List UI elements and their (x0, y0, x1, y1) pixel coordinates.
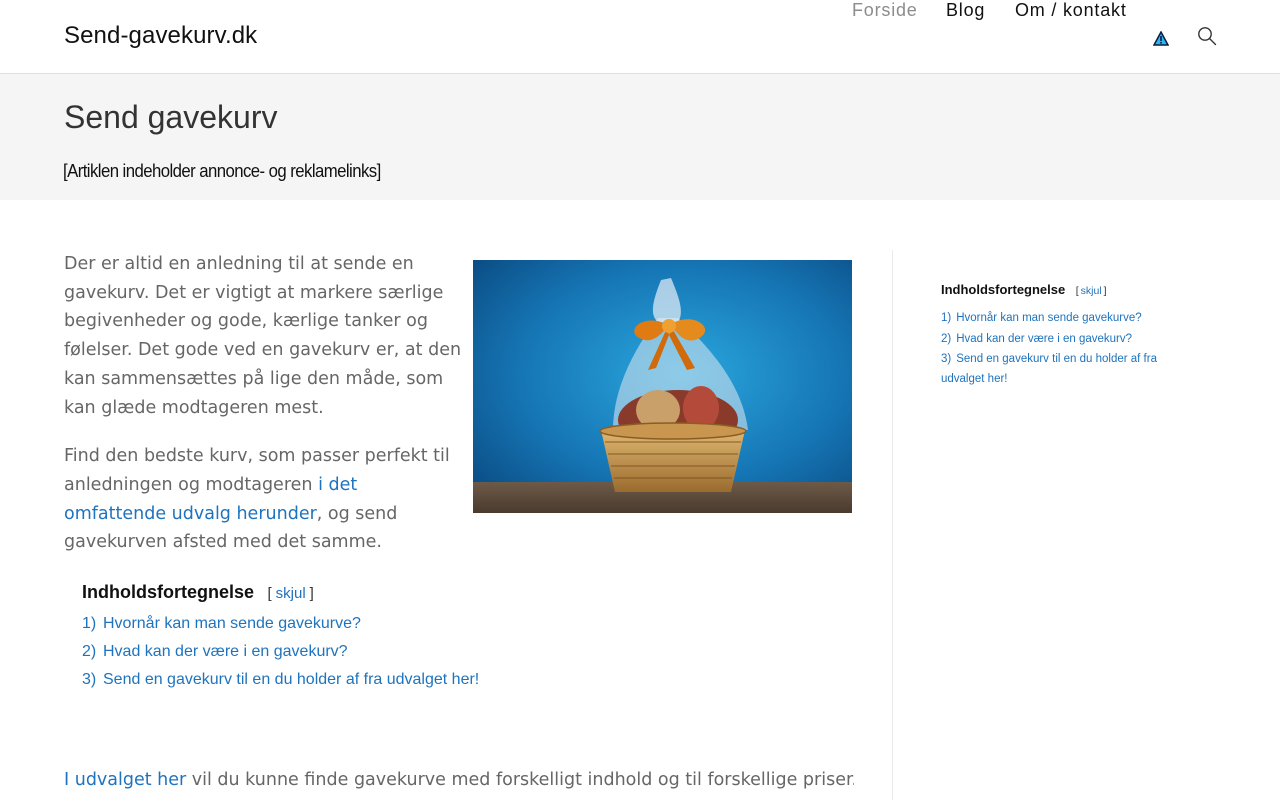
sidebar-toc-item-link[interactable]: Hvornår kan man sende gavekurve? (956, 312, 1141, 324)
toc-bracket-open: [ (1075, 285, 1079, 297)
intro-text: Der er altid en anledning til at sende e… (64, 250, 462, 577)
intro-text-span: Find den bedste kurv, som passer perfekt… (64, 446, 450, 495)
nav-forside[interactable]: Forside (852, 0, 918, 21)
toc-item-number: 2) (82, 643, 97, 660)
warning-flag-icon[interactable] (1153, 31, 1169, 46)
intro-paragraph-1: Der er altid en anledning til at sende e… (64, 254, 462, 418)
table-of-contents: Indholdsfortegnelse [skjul] 1) Hvornår ka… (82, 582, 782, 699)
search-icon[interactable] (1197, 26, 1217, 46)
sidebar-divider (892, 250, 893, 800)
toc-bracket-close: ] (309, 585, 314, 602)
sidebar-toc-toggle: [skjul] (1076, 285, 1107, 297)
toc-item-number: 1) (82, 615, 97, 632)
toc-bracket-open: [ (267, 585, 272, 602)
sidebar-toc-heading: Indholdsfortegnelse (941, 282, 1066, 297)
toc-item-link[interactable]: Hvornår kan man sende gavekurve? (103, 615, 361, 632)
sidebar-toc-item-link[interactable]: Hvad kan der være i en gavekurv? (956, 333, 1132, 345)
sidebar-toc-list: 1) Hvornår kan man sende gavekurve? 2) Hva… (941, 309, 1181, 389)
sidebar-toc-hide-link[interactable]: skjul (1081, 285, 1102, 297)
nav-om-kontakt[interactable]: Om / kontakt (1015, 0, 1127, 21)
site-header: Send-gavekurv.dk Forside Blog Om / konta… (0, 0, 1280, 74)
toc-item[interactable]: 1) Hvornår kan man sende gavekurve? (82, 615, 782, 643)
toc-bracket-close: ] (1103, 285, 1107, 297)
toc-item[interactable]: 3) Send en gavekurv til en du holder af f… (82, 671, 782, 699)
body-text: vil du kunne finde gavekurve med forskel… (191, 770, 854, 790)
sidebar-toc-item[interactable]: 3) Send en gavekurv til en du holder af f… (941, 350, 1181, 389)
ad-disclaimer: [Artiklen indeholder annonce- og reklame… (63, 161, 381, 181)
intro-paragraph-2: Find den bedste kurv, som passer perfekt… (64, 442, 462, 557)
sidebar-table-of-contents: Indholdsfortegnelse [skjul] 1) Hvornår ka… (941, 281, 1181, 390)
toc-item-link[interactable]: Send en gavekurv til en du holder af fra… (103, 671, 479, 688)
nav-blog[interactable]: Blog (946, 0, 985, 21)
toc-hide-link[interactable]: skjul (276, 585, 306, 602)
sidebar-toc-item[interactable]: 1) Hvornår kan man sende gavekurve? (941, 309, 1181, 329)
gift-basket-image (473, 260, 852, 513)
toc-toggle: [skjul] (267, 585, 313, 602)
toc-item-number: 3) (941, 353, 952, 365)
page-title: Send gavekurv (64, 99, 278, 135)
toc-list: 1) Hvornår kan man sende gavekurve? 2) Hva… (82, 615, 782, 699)
sidebar-toc-item-link[interactable]: Send en gavekurv til en du holder af fra… (941, 353, 1157, 385)
toc-item-link[interactable]: Hvad kan der være i en gavekurv? (103, 643, 348, 660)
udvalget-link[interactable]: I udvalget her (64, 770, 186, 790)
site-logo[interactable]: Send-gavekurv.dk (64, 22, 257, 50)
sidebar-toc-item[interactable]: 2) Hvad kan der være i en gavekurv? (941, 330, 1181, 350)
toc-item-number: 2) (941, 332, 952, 345)
body-paragraph: I udvalget her vil du kunne finde gaveku… (64, 766, 854, 795)
toc-item-number: 1) (941, 312, 952, 324)
toc-heading: Indholdsfortegnelse (82, 582, 255, 602)
toc-item[interactable]: 2) Hvad kan der være i en gavekurv? (82, 643, 782, 671)
toc-item-number: 3) (82, 671, 97, 688)
page-title-band: Send gavekurv [Artiklen indeholder annon… (0, 74, 1280, 200)
